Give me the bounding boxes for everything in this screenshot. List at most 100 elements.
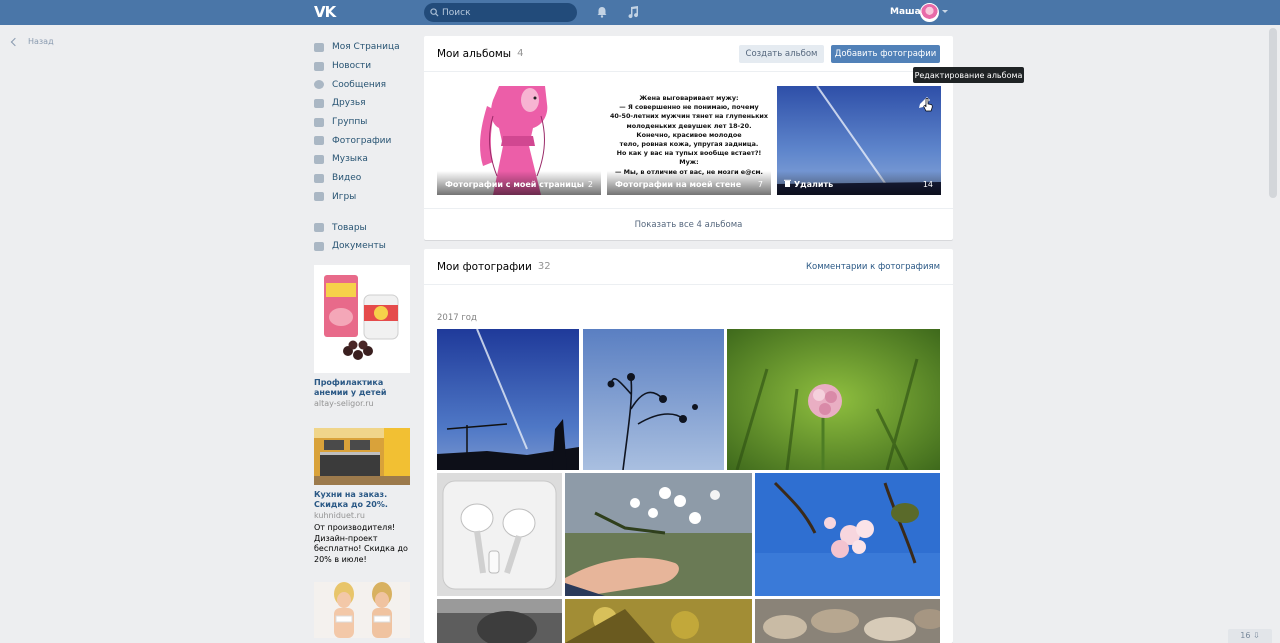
menu-item-video[interactable]: Видео	[314, 169, 414, 188]
groups-icon	[314, 117, 324, 127]
goods-icon	[314, 223, 324, 233]
photo-yellow-blossom	[565, 599, 752, 643]
ad-image[interactable]	[314, 265, 410, 373]
menu-item-photos[interactable]: Фотографии	[314, 131, 414, 150]
photo-thumbnail[interactable]	[755, 473, 940, 596]
page-counter-badge[interactable]: 16 ⇩	[1228, 629, 1272, 643]
music-note-icon[interactable]	[627, 5, 639, 19]
ad-domain: kuhniduet.ru	[314, 511, 365, 520]
albums-count: 4	[517, 48, 524, 59]
year-label: 2017 год	[437, 313, 477, 323]
album-name[interactable]: Удалить	[794, 180, 833, 189]
menu-item-label: Игры	[332, 191, 357, 202]
menu-item-label: Сообщения	[332, 79, 387, 90]
ad-description: От производителя! Дизайн-проект бесплатн…	[314, 523, 408, 564]
photo-thumbnail[interactable]	[755, 599, 940, 643]
bell-icon[interactable]	[596, 6, 608, 18]
albums-title: Мои альбомы	[437, 47, 512, 60]
photos-header: Мои фотографии 32 Комментарии к фотограф…	[424, 249, 953, 285]
back-label: Назад	[28, 37, 54, 46]
menu-item-label: Документы	[332, 241, 386, 252]
menu-divider	[314, 206, 414, 218]
menu-item-label: Друзья	[332, 98, 366, 109]
menu-item-label: Видео	[332, 173, 362, 184]
ad-image[interactable]	[314, 428, 410, 485]
photo-pink-flower-sky	[755, 473, 940, 596]
ad-block-2[interactable]: Кухни на заказ. Скидка до 20%. kuhniduet…	[314, 428, 410, 565]
ad-title[interactable]: Кухни на заказ. Скидка до 20%.	[314, 490, 410, 510]
cursor-hand-icon	[923, 98, 933, 112]
photo-thumbnail[interactable]	[565, 473, 752, 596]
photo-comments-link[interactable]: Комментарии к фотографиям	[806, 262, 940, 272]
friends-icon	[314, 98, 324, 108]
menu-item-label: Музыка	[332, 154, 368, 165]
menu-item-news[interactable]: Новости	[314, 57, 414, 76]
menu-item-music[interactable]: Музыка	[314, 150, 414, 169]
photos-count: 32	[537, 261, 551, 272]
chevron-left-icon	[10, 37, 20, 46]
documents-icon	[314, 241, 324, 251]
camera-icon	[314, 136, 324, 146]
menu-item-label: Группы	[332, 117, 368, 128]
top-header: VK Маша	[0, 0, 1280, 25]
photo-cherry-blossom-hand	[565, 473, 752, 596]
menu-item-groups[interactable]: Группы	[314, 113, 414, 132]
albums-card: Мои альбомы 4 Создать альбом Добавить фо…	[424, 36, 953, 240]
edit-album-tooltip: Редактирование альбома	[913, 67, 1024, 83]
menu-item-label: Моя Страница	[332, 42, 400, 53]
news-icon	[314, 61, 324, 71]
avatar[interactable]	[920, 3, 939, 22]
album-photo-count: 14	[922, 180, 933, 189]
create-album-button[interactable]: Создать альбом	[739, 45, 824, 63]
photo-thumbnail[interactable]	[583, 329, 724, 470]
photo-grey-blur	[437, 599, 562, 643]
menu-item-label: Фотографии	[332, 135, 392, 146]
left-menu: Моя Страница Новости Сообщения Друзья Гр…	[314, 38, 414, 256]
vk-logo[interactable]: VK	[314, 4, 338, 20]
username[interactable]: Маша	[890, 7, 921, 17]
menu-item-games[interactable]: Игры	[314, 188, 414, 207]
page-scrollbar[interactable]	[1269, 28, 1277, 198]
menu-item-label: Товары	[332, 222, 367, 233]
menu-item-documents[interactable]: Документы	[314, 237, 414, 256]
music-icon	[314, 154, 324, 164]
photo-thumbnail[interactable]	[437, 599, 562, 643]
menu-item-goods[interactable]: Товары	[314, 218, 414, 237]
album-name: Фотографии с моей страницы	[445, 180, 584, 189]
search-box[interactable]	[424, 3, 577, 22]
show-all-albums-link[interactable]: Показать все 4 альбома	[424, 208, 953, 240]
menu-item-label: Новости	[332, 61, 372, 72]
search-input[interactable]	[442, 5, 572, 20]
album-item[interactable]: Жена выговаривает мужу: — Я совершенно н…	[607, 86, 771, 195]
album-photo-count: 7	[757, 180, 763, 189]
trash-icon[interactable]	[784, 179, 791, 187]
album-name: Фотографии на моей стене	[615, 180, 742, 189]
search-icon	[430, 8, 439, 17]
home-icon	[314, 42, 324, 52]
chevron-down-icon[interactable]	[942, 10, 948, 13]
photo-plant-silhouette	[583, 329, 724, 470]
photos-title: Мои фотографии	[437, 260, 532, 273]
ad-product-image	[314, 265, 410, 373]
back-link[interactable]: Назад	[10, 37, 54, 46]
add-photos-button[interactable]: Добавить фотографии	[831, 45, 940, 63]
photo-clover-flower	[727, 329, 940, 470]
album-item[interactable]: Фотографии с моей страницы 2	[437, 86, 601, 195]
album-item[interactable]: Удалить 14	[777, 86, 941, 195]
photo-thumbnail[interactable]	[727, 329, 940, 470]
games-icon	[314, 192, 324, 202]
ad-image[interactable]	[314, 582, 410, 638]
ad-block-3[interactable]	[314, 582, 410, 638]
menu-item-my-page[interactable]: Моя Страница	[314, 38, 414, 57]
menu-item-friends[interactable]: Друзья	[314, 94, 414, 113]
video-icon	[314, 173, 324, 183]
photo-sky-crane	[437, 329, 579, 470]
ad-title[interactable]: Профилактика анемии у детей	[314, 378, 410, 398]
ad-block-1[interactable]: Профилактика анемии у детей altay-seligo…	[314, 265, 410, 409]
menu-item-messages[interactable]: Сообщения	[314, 75, 414, 94]
ad-domain: altay-seligor.ru	[314, 399, 374, 408]
album-meme-text: Жена выговаривает мужу: — Я совершенно н…	[609, 94, 769, 176]
photo-thumbnail[interactable]	[437, 329, 579, 470]
photo-thumbnail[interactable]	[565, 599, 752, 643]
photo-thumbnail[interactable]	[437, 473, 562, 596]
